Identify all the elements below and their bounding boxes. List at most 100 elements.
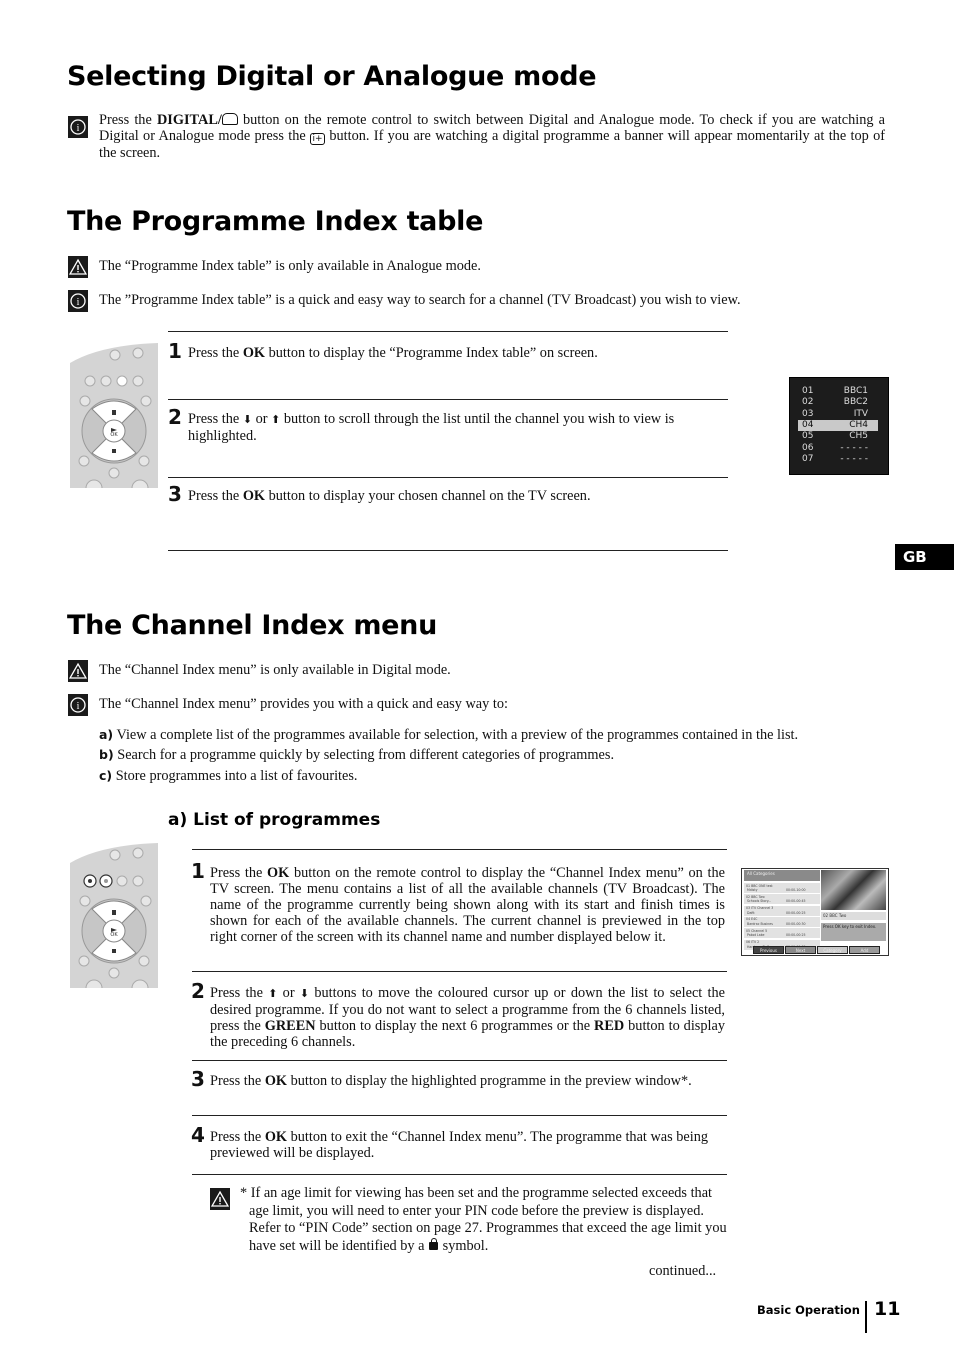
tv-preview-message: Press OK key to exit Index.: [821, 923, 886, 941]
tv-channel-row: 05 Channel 5 Pabot Lake 00:00-00:25: [744, 928, 820, 939]
text: or: [252, 411, 272, 427]
page-number: 11: [874, 1298, 901, 1320]
channel-name: ITV: [853, 408, 868, 419]
svg-text:OK: OK: [110, 932, 118, 938]
heading-digital-analogue: Selecting Digital or Analogue mode: [67, 61, 597, 92]
step-number: 4: [191, 1123, 205, 1147]
text: Press the: [210, 865, 268, 881]
channel-name: - - - - -: [840, 442, 868, 453]
subheading-list-of-programmes: a) List of programmes: [168, 810, 381, 830]
feature-list-item: c) Store programmes into a list of favou…: [99, 768, 358, 784]
text: button to display the next 6 programmes …: [315, 1018, 595, 1034]
text: Search for a programme quickly by select…: [117, 747, 615, 763]
continued-label: continued...: [649, 1263, 717, 1279]
divider: [192, 1174, 727, 1175]
text: Press the: [188, 411, 243, 427]
step-number: 1: [191, 859, 205, 883]
digital-button-label: DIGITAL/: [156, 112, 222, 128]
remote-control-image: OK: [70, 843, 158, 988]
tv-button-previous: Previous: [753, 946, 784, 954]
step-1-text: Press the OK button to display the “Prog…: [188, 345, 728, 361]
step-3-text: Press the OK button to display your chos…: [188, 488, 728, 504]
text: button to display your chosen channel on…: [265, 488, 591, 504]
osd-channel-row: 03 ITV: [798, 409, 878, 420]
tv-button-category: Category: [817, 946, 848, 954]
step-number: 2: [191, 979, 205, 1003]
channel-index-tv-screen: All Categories 01 BBC ONE test Mdisty 00:…: [741, 868, 889, 956]
channel-number: 02: [802, 397, 814, 408]
divider: [192, 971, 727, 972]
ok-label: OK: [242, 488, 266, 504]
list-label: a): [99, 727, 114, 742]
osd-channel-row: 05 CH5: [798, 431, 878, 442]
text: Press the: [188, 345, 243, 361]
osd-channel-row: 01 BBC1: [798, 386, 878, 397]
divider: [192, 1115, 727, 1116]
channel-number: 06: [802, 442, 814, 453]
channel-index-info: The “Channel Index menu” provides you wi…: [99, 696, 508, 712]
text: symbol.: [439, 1237, 489, 1254]
channel-number: 01: [802, 386, 814, 396]
heading-programme-index: The Programme Index table: [67, 206, 484, 237]
step-2-text: Press the ⬆ or ⬇ buttons to move the col…: [210, 985, 725, 1050]
step-number: 3: [191, 1067, 205, 1091]
info-button-icon: i+: [310, 133, 326, 145]
step-number: 1: [168, 339, 182, 363]
osd-channel-row: 06 - - - - -: [798, 443, 878, 454]
text: button to display the highlighted progra…: [287, 1073, 692, 1089]
step-number: 3: [168, 482, 182, 506]
ok-label: OK: [264, 1073, 288, 1089]
text: View a complete list of the programmes a…: [116, 727, 799, 743]
channel-name: - - - - -: [840, 453, 868, 464]
step-4-text: Press the OK button to exit the “Channel…: [210, 1129, 725, 1161]
down-arrow-icon: ⬇: [242, 414, 253, 426]
info-icon: i: [68, 694, 88, 716]
text: or: [277, 985, 300, 1001]
divider: [168, 477, 728, 478]
list-label: b): [99, 747, 114, 762]
svg-text:i: i: [77, 701, 80, 712]
tv-programme: Mdisty 00:00-10:00: [746, 888, 806, 892]
channel-name: BBC2: [843, 397, 868, 408]
footer-divider: [865, 1301, 867, 1333]
ok-label: OK: [242, 345, 266, 361]
tv-channel-row: 02 BBC Two Schools Story... 00:00-00:45: [744, 894, 820, 905]
language-tab: GB: [895, 544, 954, 570]
divider: [168, 331, 728, 332]
info-icon: i: [68, 290, 88, 312]
tv-channel-row: 01 BBC ONE test Mdisty 00:00-10:00: [744, 883, 820, 893]
tv-preview-channel: 02 BBC Two: [821, 912, 886, 920]
tv-programme: Pabot Lake 00:00-00:25: [746, 933, 806, 938]
text: Press the: [210, 1073, 265, 1089]
tv-button-add: Add: [849, 946, 880, 954]
text: Press the: [99, 112, 157, 128]
red-label: RED: [594, 1018, 625, 1034]
text: Press the: [188, 488, 243, 504]
info-icon: i: [68, 116, 88, 138]
programme-index-osd: 01 BBC1 02 BBC2 03 ITV 04 CH4 05 CH5 06 - - - - -07…: [789, 377, 889, 475]
step-2-text: Press the ⬇ or ⬆ button to scroll throug…: [188, 411, 728, 444]
svg-text:OK: OK: [110, 432, 118, 438]
text: Press the: [210, 1129, 265, 1145]
divider: [168, 550, 728, 551]
osd-channel-row: 04 CH4: [798, 419, 878, 431]
osd-channel-row: 07 - - - - -: [798, 454, 878, 465]
warning-icon: [68, 256, 88, 278]
channel-name: BBC1: [843, 386, 868, 396]
channel-name: CH4: [849, 419, 868, 430]
tv-channel-row: 03 ITV Channel 3 Dafit 00:00-00:25: [744, 905, 820, 916]
tv-programme: Dafit 00:00-00:25: [746, 910, 806, 915]
warning-icon: [210, 1188, 230, 1210]
osd-channel-row: 02 BBC2: [798, 397, 878, 408]
divider: [192, 849, 727, 850]
tv-preview-image: [821, 870, 886, 910]
digital-analogue-info: Press the DIGITAL/ button on the remote …: [99, 112, 885, 161]
tv-header-label: All Categories: [747, 871, 775, 876]
green-label: GREEN: [264, 1018, 316, 1034]
down-arrow-icon: ⬇: [299, 988, 310, 1000]
channel-index-warning: The “Channel Index menu” is only availab…: [99, 662, 451, 678]
channel-number: 05: [802, 431, 814, 442]
divider: [192, 1060, 727, 1061]
feature-list-item: b) Search for a programme quickly by sel…: [99, 747, 614, 763]
step-number: 2: [168, 405, 182, 429]
